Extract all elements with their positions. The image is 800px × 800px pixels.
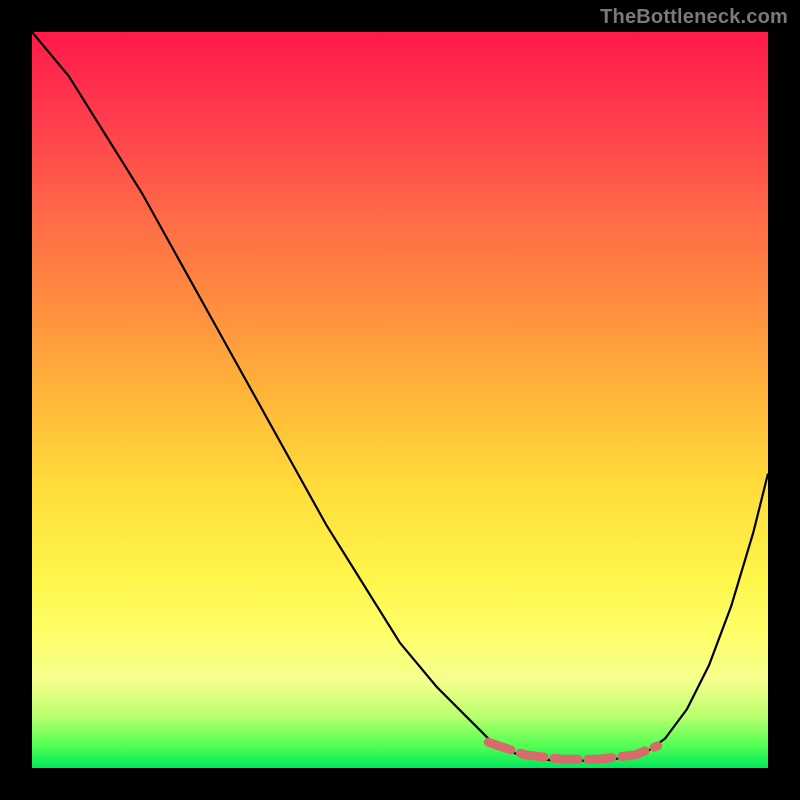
chart-overlay [32, 32, 768, 768]
chart-highlight-segment [488, 742, 657, 759]
watermark-text: TheBottleneck.com [600, 6, 788, 29]
chart-container: TheBottleneck.com [0, 0, 800, 800]
chart-curve [32, 32, 768, 761]
